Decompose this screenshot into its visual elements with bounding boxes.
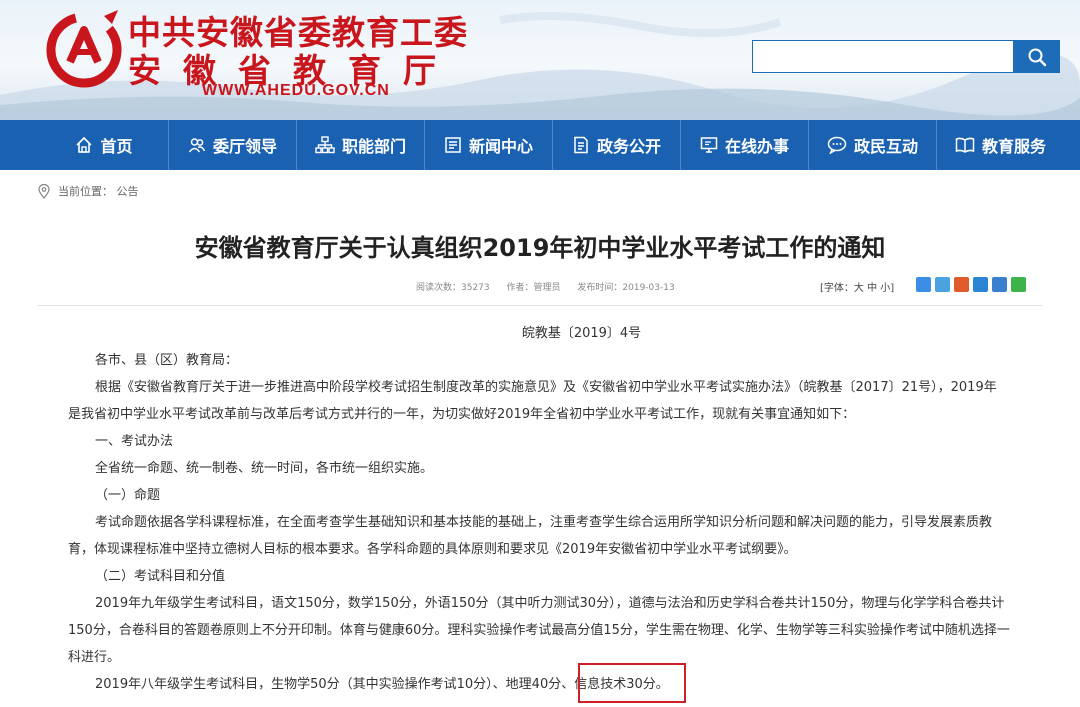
monitor-icon: [700, 136, 718, 154]
nav-item-interaction[interactable]: 政民互动: [808, 120, 936, 170]
site-url[interactable]: WWW.AHEDU.GOV.CN: [202, 82, 390, 100]
paragraph: 各市、县（区）教育局：: [95, 353, 239, 368]
nav-item-gov-affairs[interactable]: 政务公开: [552, 120, 680, 170]
highlight-annotation-box: [578, 663, 686, 703]
news-icon: [444, 136, 462, 154]
paragraph: 150分，合卷科目的答题卷原则上不分开印制。体育与健康60分。理科实验操作考试最…: [68, 623, 1010, 638]
share-qzone-icon[interactable]: [935, 277, 950, 292]
share-buttons: [916, 277, 1026, 292]
share-tencent-icon[interactable]: [973, 277, 988, 292]
search-input[interactable]: [752, 40, 1014, 73]
divider: [38, 305, 1042, 306]
share-renren-icon[interactable]: [992, 277, 1007, 292]
nav-item-label: 委厅领导: [212, 137, 277, 156]
article-title: 安徽省教育厅关于认真组织2019年初中学业水平考试工作的通知: [194, 234, 886, 262]
paragraph: 一、考试办法: [95, 434, 174, 449]
share-plus-icon[interactable]: [916, 277, 931, 292]
paragraph: 科进行。: [68, 650, 121, 665]
paragraph: （二）考试科目和分值: [95, 569, 226, 584]
document-icon: [572, 136, 590, 154]
breadcrumb: 当前位置： 公告: [38, 183, 139, 199]
nav-item-leaders[interactable]: 委厅领导: [168, 120, 296, 170]
article-body: 皖教基〔2019〕4号 各市、县（区）教育局： 根据《安徽省教育厅关于进一步推进…: [68, 320, 1033, 698]
nav-item-label: 首页: [100, 137, 133, 156]
main-nav: 首页 委厅领导 职能部门 新闻中心 政务公开 在线办事 政民互动 教育服务: [0, 120, 1080, 170]
author: 作者：管理员: [506, 283, 561, 293]
nav-item-departments[interactable]: 职能部门: [296, 120, 424, 170]
paragraph: 全省统一命题、统一制卷、统一时间，各市统一组织实施。: [95, 461, 434, 476]
view-count: 阅读次数：35273: [416, 283, 490, 293]
nav-item-label: 新闻中心: [468, 137, 533, 156]
paragraph: 根据《安徽省教育厅关于进一步推进高中阶段学校考试招生制度改革的实施意见》及《安徽…: [95, 380, 997, 395]
nav-item-home[interactable]: 首页: [40, 120, 168, 170]
article-meta: 阅读次数：35273 作者：管理员 发布时间：2019-03-13: [416, 280, 689, 293]
paragraph: 2019年九年级学生考试科目，语文150分，数学150分，外语150分（其中听力…: [95, 596, 1005, 611]
document-number: 皖教基〔2019〕4号: [521, 326, 642, 341]
nav-item-label: 在线办事: [724, 137, 789, 156]
nav-item-label: 政民互动: [853, 137, 918, 156]
nav-item-education-service[interactable]: 教育服务: [936, 120, 1064, 170]
logo-icon[interactable]: [44, 8, 124, 88]
breadcrumb-text[interactable]: 当前位置： 公告: [58, 183, 139, 199]
publish-date: 发布时间：2019-03-13: [577, 283, 675, 293]
search-button[interactable]: [1014, 40, 1060, 73]
nav-item-online-service[interactable]: 在线办事: [680, 120, 808, 170]
nav-item-label: 职能部门: [341, 137, 406, 156]
paragraph: 育，体现课程标准中坚持立德树人目标的根本要求。各学科命题的具体原则和要求见《20…: [68, 542, 797, 557]
chat-icon: [827, 136, 847, 154]
nav-item-label: 政务公开: [596, 137, 661, 156]
leaders-icon: [188, 136, 206, 154]
location-pin-icon: [38, 183, 50, 199]
paragraph: 考试命题依据各学科课程标准，在全面考查学生基础知识和基本技能的基础上，注重考查学…: [95, 515, 993, 530]
book-icon: [955, 136, 975, 154]
home-icon: [75, 136, 93, 154]
nav-item-label: 教育服务: [981, 137, 1046, 156]
org-chart-icon: [315, 136, 335, 154]
paragraph: （一）命题: [95, 488, 161, 503]
share-weibo-icon[interactable]: [954, 277, 969, 292]
share-wechat-icon[interactable]: [1011, 277, 1026, 292]
font-size-selector[interactable]: [字体：大 中 小]: [820, 279, 894, 294]
site-header: 中共安徽省委教育工委 安徽省教育厅 WWW.AHEDU.GOV.CN: [0, 0, 1080, 120]
search-icon: [1028, 48, 1047, 66]
nav-item-news[interactable]: 新闻中心: [424, 120, 552, 170]
paragraph: 是我省初中学业水平考试改革前与改革后考试方式并行的一年，为切实做好2019年全省…: [68, 407, 856, 422]
paragraph: 2019年八年级学生考试科目，生物学50分（其中实验操作考试10分）、地理40分…: [95, 677, 669, 692]
